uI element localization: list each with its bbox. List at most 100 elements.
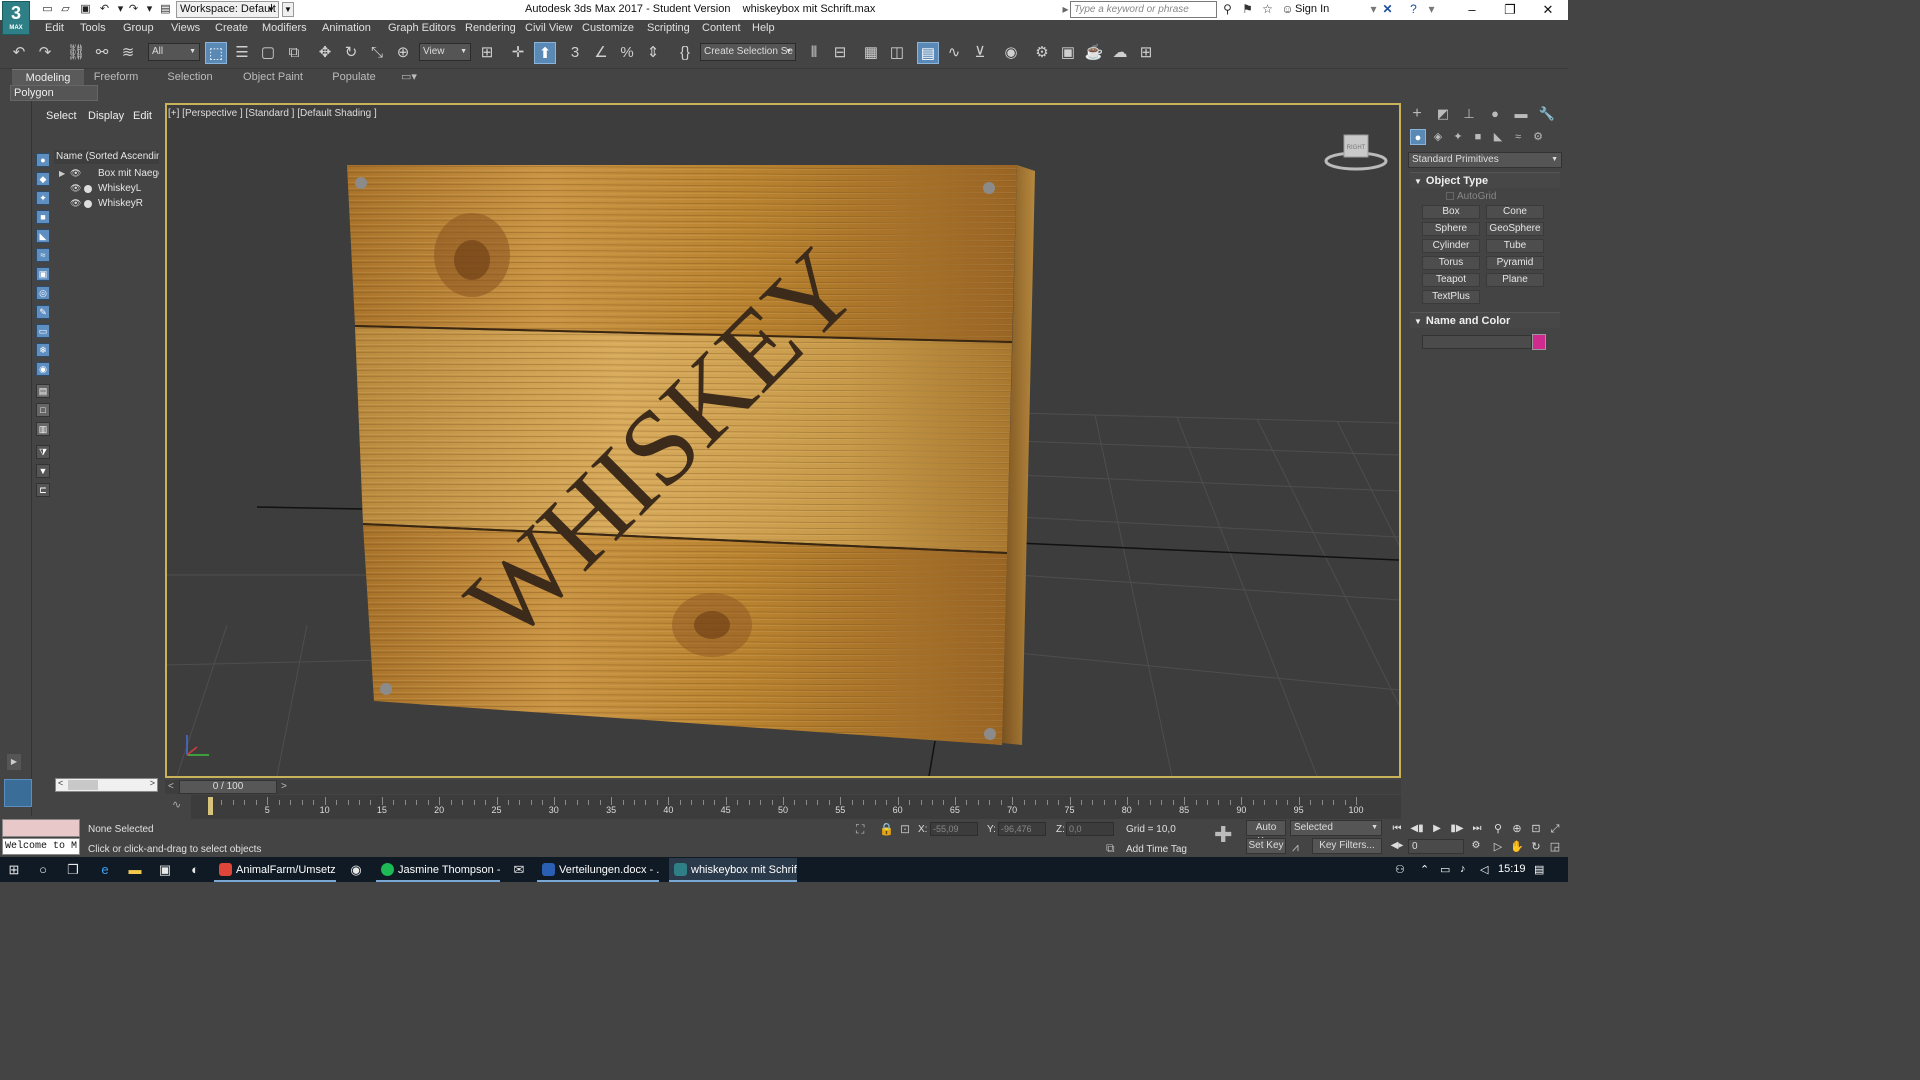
selection-lock-icon[interactable]: 🔒 <box>879 822 894 836</box>
filter-lights-icon[interactable]: ✦ <box>36 191 50 205</box>
menu-graph-editors[interactable]: Graph Editors <box>388 22 456 34</box>
steam-icon[interactable]: ◉ <box>346 860 366 880</box>
menu-views[interactable]: Views <box>171 22 200 34</box>
sphere-button[interactable]: Sphere <box>1422 222 1480 236</box>
align-icon[interactable]: ⊟ <box>829 42 851 64</box>
help-icon[interactable]: ? <box>1406 2 1421 17</box>
filter-cameras-icon[interactable]: ■ <box>36 210 50 224</box>
auto-key-button[interactable]: Auto Key <box>1246 820 1286 847</box>
layer-icon[interactable]: ⊏ <box>36 483 50 497</box>
systems-category-icon[interactable]: ⚙ <box>1530 129 1546 145</box>
select-and-scale-icon[interactable]: ⤡ <box>366 42 388 64</box>
object-name-field[interactable] <box>1422 335 1532 349</box>
keyboard-shortcut-override-icon[interactable]: ⬆ <box>534 42 556 64</box>
taskbar-app-spotify[interactable]: Jasmine Thompson - ... <box>376 858 500 882</box>
open-file-icon[interactable]: ▱ <box>58 2 73 17</box>
expand-right-icon[interactable]: ▶ <box>7 754 21 770</box>
menu-rendering[interactable]: Rendering <box>465 22 516 34</box>
menu-tools[interactable]: Tools <box>80 22 106 34</box>
display-none-icon[interactable]: □ <box>36 403 50 417</box>
angle-snap-icon[interactable]: ∠ <box>590 42 612 64</box>
filter-shapes-icon[interactable]: ◆ <box>36 172 50 186</box>
edge-browser-icon[interactable]: e <box>95 860 115 880</box>
ribbon-tab-object-paint[interactable]: Object Paint <box>236 69 310 85</box>
undo-icon[interactable]: ↶ <box>8 42 30 64</box>
view-cube[interactable]: RIGHT <box>1324 134 1388 171</box>
filter-funnel-icon[interactable]: ⧩ <box>36 445 50 459</box>
select-manipulate-icon[interactable]: ✛ <box>507 42 529 64</box>
snaps-toggle-icon[interactable]: 3 <box>564 42 586 64</box>
new-file-icon[interactable]: ▭ <box>40 2 55 17</box>
windows-start-icon[interactable]: ⊞ <box>4 860 24 880</box>
render-in-cloud-icon[interactable]: ☁ <box>1109 42 1131 64</box>
primitive-category-select[interactable]: Standard Primitives ▼ <box>1408 152 1562 168</box>
workspace-select[interactable]: Workspace: Default ▼ <box>176 1 279 18</box>
expand-icon[interactable]: ▶ <box>59 166 65 181</box>
exchange-icon[interactable]: ✕ <box>1380 2 1395 17</box>
maximize-button[interactable]: ❐ <box>1490 0 1530 20</box>
select-and-rotate-icon[interactable]: ↻ <box>340 42 362 64</box>
time-slider[interactable] <box>165 780 1401 794</box>
y-coordinate-field[interactable]: -96,476 <box>998 822 1046 836</box>
helpers-category-icon[interactable]: ◣ <box>1490 129 1506 145</box>
render-production-icon[interactable]: ☕ <box>1083 42 1105 64</box>
people-icon[interactable]: ⚇ <box>1395 863 1405 876</box>
object-color-swatch[interactable] <box>1532 334 1546 350</box>
ribbon-tab-freeform[interactable]: Freeform <box>84 69 148 85</box>
save-icon[interactable]: ▣ <box>78 2 93 17</box>
lights-category-icon[interactable]: ✦ <box>1450 129 1466 145</box>
shapes-category-icon[interactable]: ◈ <box>1430 129 1446 145</box>
filter-bones-icon[interactable]: ✎ <box>36 305 50 319</box>
task-view-icon[interactable]: ❐ <box>63 860 83 880</box>
zoom-all-icon[interactable]: ⊕ <box>1509 821 1525 837</box>
filter-space-warps-icon[interactable]: ≈ <box>36 248 50 262</box>
cameras-category-icon[interactable]: ■ <box>1470 129 1486 145</box>
clock[interactable]: 15:19 <box>1498 863 1526 875</box>
eye-icon[interactable]: 👁 <box>70 181 81 196</box>
menu-help[interactable]: Help <box>752 22 775 34</box>
redo-icon[interactable]: ↷ <box>126 2 141 17</box>
create-tab-icon[interactable]: + <box>1408 106 1426 122</box>
chevron-right-icon[interactable]: > <box>150 778 155 788</box>
app-icon[interactable]: ◐ <box>185 860 205 880</box>
redo-icon[interactable]: ↷ <box>34 42 56 64</box>
geometry-category-icon[interactable]: ● <box>1410 129 1426 145</box>
chevron-down-icon[interactable]: ▾ <box>1366 2 1381 17</box>
maxscript-listener-output[interactable] <box>2 819 80 837</box>
close-button[interactable]: ✕ <box>1528 0 1568 20</box>
tube-button[interactable]: Tube <box>1486 239 1544 253</box>
menu-content[interactable]: Content <box>702 22 741 34</box>
mirror-icon[interactable]: ⫴ <box>803 42 825 64</box>
chevron-left-icon[interactable]: < <box>168 780 178 794</box>
teapot-button[interactable]: Teapot <box>1422 273 1480 287</box>
x-coordinate-field[interactable]: -55,09 <box>930 822 978 836</box>
schematic-view-icon[interactable]: ⊻ <box>969 42 991 64</box>
menu-edit[interactable]: Edit <box>45 22 64 34</box>
selection-filter-select[interactable]: All ▼ <box>148 43 200 61</box>
app-logo[interactable]: 3 MAX <box>2 1 30 35</box>
add-time-tag-button[interactable]: Add Time Tag <box>1126 844 1187 855</box>
zoom-extents-icon[interactable]: ⊡ <box>1528 821 1544 837</box>
orbit-icon[interactable]: ↻ <box>1528 839 1544 855</box>
current-frame-field[interactable]: 0 <box>1408 839 1464 854</box>
default-tangents-icon[interactable]: ⩘ <box>1292 840 1299 855</box>
redo-dropdown-icon[interactable]: ▾ <box>142 2 157 17</box>
speaker-icon[interactable]: ◁ <box>1480 863 1488 876</box>
set-key-icon[interactable]: ✚ <box>1214 822 1232 848</box>
filter-groups-icon[interactable]: ▣ <box>36 267 50 281</box>
minimize-button[interactable]: – <box>1452 0 1492 20</box>
curve-editor-icon[interactable]: ∿ <box>943 42 965 64</box>
search-input[interactable] <box>1070 1 1217 18</box>
box-button[interactable]: Box <box>1422 205 1480 219</box>
display-invert-icon[interactable]: ▥ <box>36 422 50 436</box>
chevron-right-icon[interactable]: > <box>281 780 291 794</box>
list-item[interactable]: 👁 WhiskeyR <box>54 196 159 211</box>
toggle-layer-explorer-icon[interactable]: ◫ <box>886 42 908 64</box>
bind-to-space-warp-icon[interactable]: ≋ <box>117 42 139 64</box>
hierarchy-tab-icon[interactable]: ⊥ <box>1460 106 1478 122</box>
filter-helpers-icon[interactable]: ◣ <box>36 229 50 243</box>
name-and-color-rollout[interactable]: ▼ Name and Color <box>1410 312 1560 328</box>
z-coordinate-field[interactable]: 0,0 <box>1066 822 1114 836</box>
workspace-options-icon[interactable]: ▼ <box>282 2 294 17</box>
pyramid-button[interactable]: Pyramid <box>1486 256 1544 270</box>
